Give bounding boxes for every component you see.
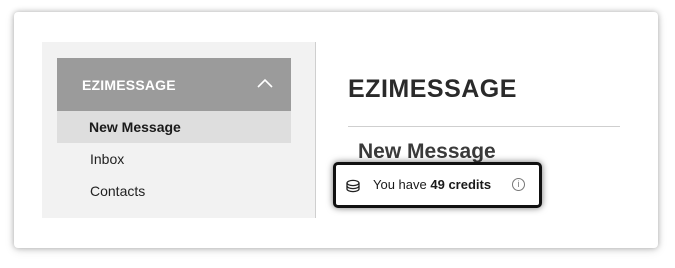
title-divider (348, 126, 620, 127)
credits-amount: 49 credits (430, 177, 492, 192)
sidebar-header[interactable]: EZIMESSAGE (57, 58, 291, 111)
section-title: New Message (358, 140, 496, 163)
sidebar-item-new-message[interactable]: New Message (57, 111, 291, 143)
sidebar-item-label: New Message (89, 119, 181, 135)
sidebar-item-inbox[interactable]: Inbox (57, 143, 291, 175)
credits-highlight-box: You have 49 credits i (333, 162, 542, 208)
sidebar-item-label: Inbox (90, 151, 125, 167)
credits-prefix: You have (373, 177, 427, 192)
sidebar: EZIMESSAGE New Message Inbox Contacts (42, 42, 315, 218)
sidebar-item-contacts[interactable]: Contacts (57, 175, 291, 207)
page-title: EZIMESSAGE (348, 75, 517, 103)
credits-text: You have 49 credits (373, 177, 491, 192)
chevron-up-icon[interactable] (256, 77, 274, 89)
sidebar-item-label: Contacts (90, 183, 146, 199)
info-icon[interactable]: i (512, 178, 525, 191)
coins-icon (346, 179, 360, 193)
sidebar-header-title: EZIMESSAGE (82, 77, 176, 93)
